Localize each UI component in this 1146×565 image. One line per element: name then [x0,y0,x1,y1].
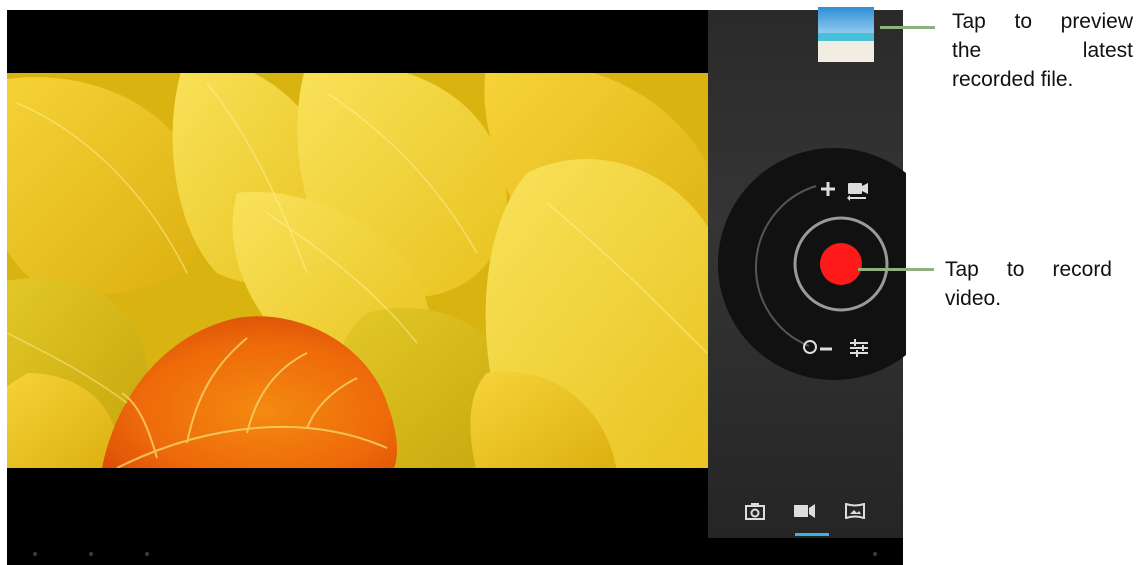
panorama-mode-button[interactable] [841,498,869,524]
preview-callout-line2: the latest [952,39,1133,62]
dial-background [718,148,906,380]
photo-mode-button[interactable] [741,498,769,524]
nav-back-dot[interactable] [33,552,37,556]
preview-callout-line3: recorded file. [952,68,1074,91]
viewfinder-image [7,73,708,468]
record-button[interactable] [820,243,862,285]
nav-menu-dot[interactable] [873,552,877,556]
preview-callout-line [880,26,935,29]
panorama-icon [845,503,865,519]
camera-viewfinder[interactable] [7,73,708,468]
preview-callout-text: Tap to preview the latest recorded file. [952,7,1133,94]
preview-callout-line1: Tap to preview [952,10,1133,33]
nav-home-dot[interactable] [89,552,93,556]
record-callout-line [858,268,934,271]
video-camera-icon [794,504,815,518]
record-callout-line2: video. [945,287,1002,310]
camera-icon [745,502,765,520]
latest-recording-thumbnail[interactable] [818,7,874,62]
active-mode-indicator [795,533,829,536]
video-mode-button[interactable] [791,498,819,524]
switch-camera-icon[interactable] [847,183,868,201]
camera-mode-bar [708,490,903,538]
nav-recents-dot[interactable] [145,552,149,556]
shutter-dial [716,146,906,382]
record-callout-text: Tap to record video. [945,255,1112,313]
record-callout-line1: Tap to record [945,258,1112,281]
